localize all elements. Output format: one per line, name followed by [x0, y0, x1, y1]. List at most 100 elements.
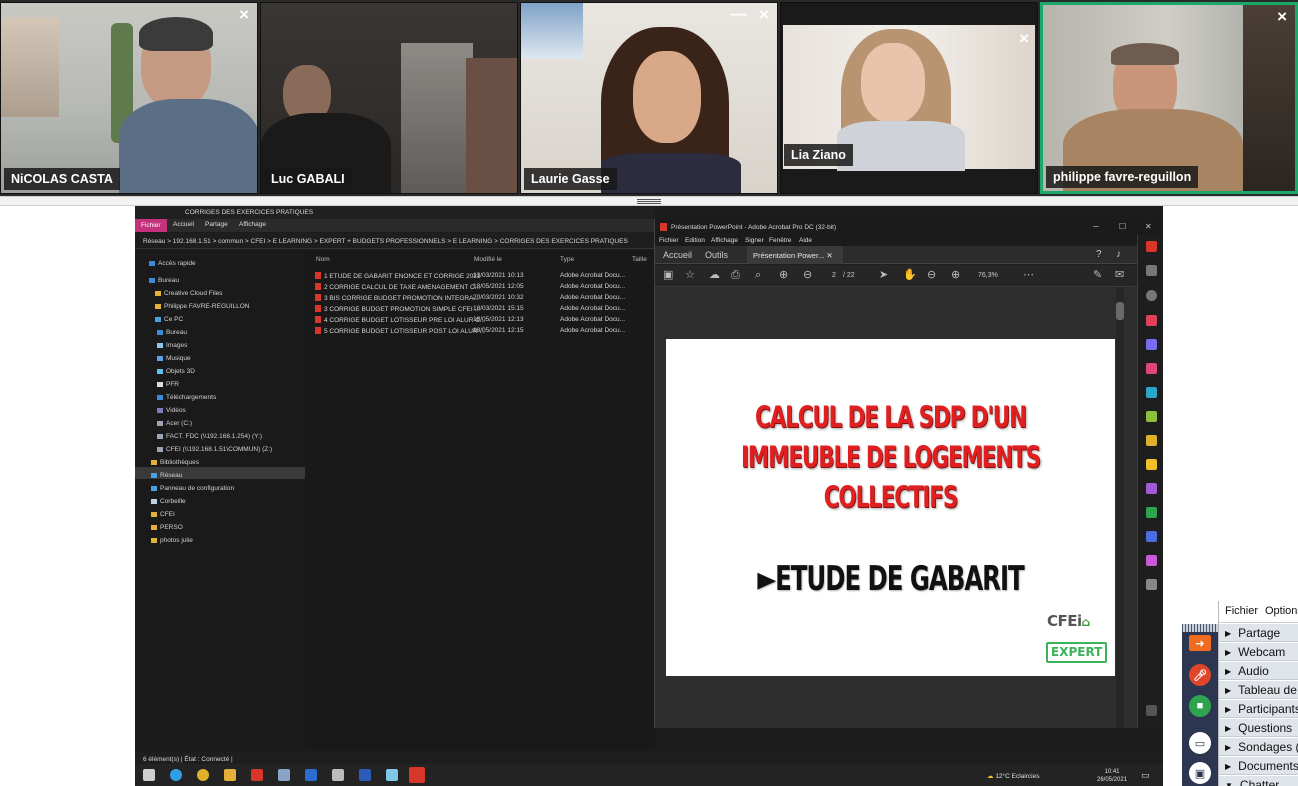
more-icon[interactable]: ⋯ — [1023, 269, 1034, 281]
nav-item[interactable]: Musique — [157, 355, 191, 362]
camera-icon[interactable] — [278, 769, 290, 781]
export-icon[interactable] — [1146, 387, 1157, 398]
print-production-icon[interactable] — [1146, 507, 1157, 518]
window-icon[interactable]: ▣ — [1189, 762, 1211, 784]
video-tile-laurie[interactable]: Laurie Gasse — × — [520, 2, 778, 194]
section-questions[interactable]: ▶ Questions — [1219, 719, 1298, 737]
file-row[interactable]: 3 CORRIGE BUDGET PROMOTION SIMPLE CFEI .… — [315, 305, 480, 313]
menu-help[interactable]: Aide — [799, 237, 812, 244]
upload-icon[interactable]: ☁ — [709, 269, 720, 281]
document-tab[interactable]: Présentation Power... ✕ — [747, 246, 843, 264]
menu-options[interactable]: Options — [1265, 605, 1298, 617]
user-icon[interactable] — [1146, 265, 1157, 276]
stamp-icon[interactable] — [1146, 555, 1157, 566]
explorer-icon[interactable] — [224, 769, 236, 781]
address-bar[interactable]: Réseau > 192.168.1.51 > commun > CFEI > … — [135, 233, 655, 249]
nav-item[interactable]: Creative Cloud Files — [155, 290, 223, 297]
section-documents[interactable]: ▶ Documents — [1219, 757, 1298, 775]
weather-widget[interactable]: ☁ 12°C Eclaircies — [987, 772, 1039, 780]
column-size[interactable]: Taille — [632, 256, 647, 263]
tools-icon[interactable] — [1146, 579, 1157, 590]
edit-pdf-icon[interactable] — [1146, 435, 1157, 446]
acrobat-tool-icon[interactable] — [1146, 241, 1157, 252]
zoom-search-icon[interactable]: ⌕ — [755, 269, 761, 281]
chrome-icon[interactable] — [197, 769, 209, 781]
nav-item[interactable]: photos julie — [151, 537, 193, 544]
webcam-button[interactable]: ■ — [1189, 695, 1211, 717]
app-icon[interactable] — [386, 769, 398, 781]
section-share[interactable]: ▶ Partage — [1219, 624, 1298, 642]
save-icon[interactable]: ▣ — [663, 269, 673, 281]
note-icon[interactable] — [1146, 459, 1157, 470]
nav-item[interactable]: Acer (C:) — [157, 420, 192, 427]
file-row[interactable]: 3 BIS CORRIGE BUDGET PROMOTION INTEGRA..… — [315, 294, 479, 302]
nav-item[interactable]: Téléchargements — [157, 394, 216, 401]
section-chat[interactable]: ▼ Chatter — [1219, 776, 1298, 786]
nav-item[interactable]: CFEI (\\192.168.1.51\COMMUN) (Z:) — [157, 446, 272, 453]
minimize-icon[interactable]: ─ — [1093, 222, 1099, 231]
section-dashboard[interactable]: ▶ Tableau de — [1219, 681, 1298, 699]
acrobat-taskbar-icon[interactable] — [409, 767, 425, 783]
bookmark-icon[interactable]: ☆ — [685, 269, 695, 281]
section-participants[interactable]: ▶ Participants — [1219, 700, 1298, 718]
nav-item[interactable]: Philippe FAVRE-REGUILLON — [155, 303, 250, 310]
pen-icon[interactable]: ✎ — [1093, 269, 1102, 281]
nav-item[interactable]: Objets 3D — [157, 368, 195, 375]
close-icon[interactable]: × — [1019, 29, 1029, 49]
page-up-icon[interactable]: ⊕ — [779, 269, 788, 281]
cursor-icon[interactable]: ➤ — [879, 269, 888, 281]
scrollbar-track[interactable] — [1116, 287, 1124, 728]
zoom-icon[interactable] — [1146, 290, 1157, 301]
close-icon[interactable]: × — [759, 5, 769, 25]
video-tile-luc[interactable]: Luc GABALI — [260, 2, 518, 194]
microphone-button[interactable]: 🎤︎ — [1189, 664, 1211, 686]
word-icon[interactable] — [359, 769, 371, 781]
section-audio[interactable]: ▶ Audio — [1219, 662, 1298, 680]
nav-item[interactable]: Images — [157, 342, 187, 349]
menu-file[interactable]: Fichier — [1225, 605, 1258, 617]
tab-home[interactable]: Accueil — [663, 250, 692, 260]
video-tile-nicolas[interactable]: NiCOLAS CASTA × — [0, 2, 258, 194]
organize-icon[interactable] — [1146, 363, 1157, 374]
zoom-in-icon[interactable]: ⊕ — [951, 269, 960, 281]
nav-item[interactable]: Accès rapide — [149, 260, 196, 267]
page-down-icon[interactable]: ⊖ — [803, 269, 812, 281]
close-icon[interactable]: × — [239, 5, 249, 25]
zoom-level[interactable]: 76,3% — [978, 272, 998, 279]
scrollbar-thumb[interactable] — [1116, 302, 1124, 320]
nav-item[interactable]: PERSO — [151, 524, 183, 531]
ribbon-tab-home[interactable]: Accueil — [173, 221, 194, 228]
section-polls[interactable]: ▶ Sondages ( — [1219, 738, 1298, 756]
create-pdf-icon[interactable] — [1146, 315, 1157, 326]
compress-icon[interactable] — [1146, 411, 1157, 422]
menu-edit[interactable]: Edition — [685, 237, 705, 244]
menu-sign[interactable]: Signer — [745, 237, 764, 244]
help-icon[interactable]: ? — [1096, 249, 1102, 260]
nav-item[interactable]: Bureau — [157, 329, 187, 336]
nav-item[interactable]: Vidéos — [157, 407, 186, 414]
video-tile-lia[interactable]: Lia Ziano × — [780, 2, 1038, 194]
hand-icon[interactable]: ✋ — [903, 269, 917, 281]
ribbon-tab-share[interactable]: Partage — [205, 221, 228, 228]
page-number-input[interactable]: 2 — [832, 272, 836, 279]
nav-item[interactable]: Corbeille — [151, 498, 186, 505]
zoom-out-icon[interactable]: ⊖ — [927, 269, 936, 281]
column-name[interactable]: Nom — [316, 256, 330, 263]
nav-item[interactable]: FACT. FDC (\\192.168.1.254) (Y:) — [157, 433, 262, 440]
file-row[interactable]: 5 CORRIGE BUDGET LOTISSEUR POST LOI ALUR… — [315, 327, 485, 335]
comment-icon[interactable] — [1146, 339, 1157, 350]
fill-sign-icon[interactable] — [1146, 483, 1157, 494]
column-modified[interactable]: Modifié le — [474, 256, 502, 263]
nav-item[interactable]: Bureau — [149, 277, 179, 284]
nav-item[interactable]: PFR — [157, 381, 179, 388]
notification-icon[interactable]: ▭ — [1141, 770, 1150, 781]
file-row[interactable]: 1 ETUDE DE GABARIT ENONCE ET CORRIGE 202… — [315, 272, 481, 280]
app-icon[interactable] — [251, 769, 263, 781]
close-icon[interactable]: ✕ — [1145, 222, 1152, 231]
mail-icon[interactable]: ✉ — [1115, 269, 1124, 281]
menu-file[interactable]: Fichier — [659, 237, 679, 244]
minimize-icon[interactable]: — — [730, 4, 747, 24]
ribbon-tab-file[interactable]: Fichier — [135, 219, 167, 232]
file-row[interactable]: 4 CORRIGE BUDGET LOTISSEUR PRE LOI ALUR … — [315, 316, 485, 324]
nav-item[interactable]: Panneau de configuration — [151, 485, 234, 492]
